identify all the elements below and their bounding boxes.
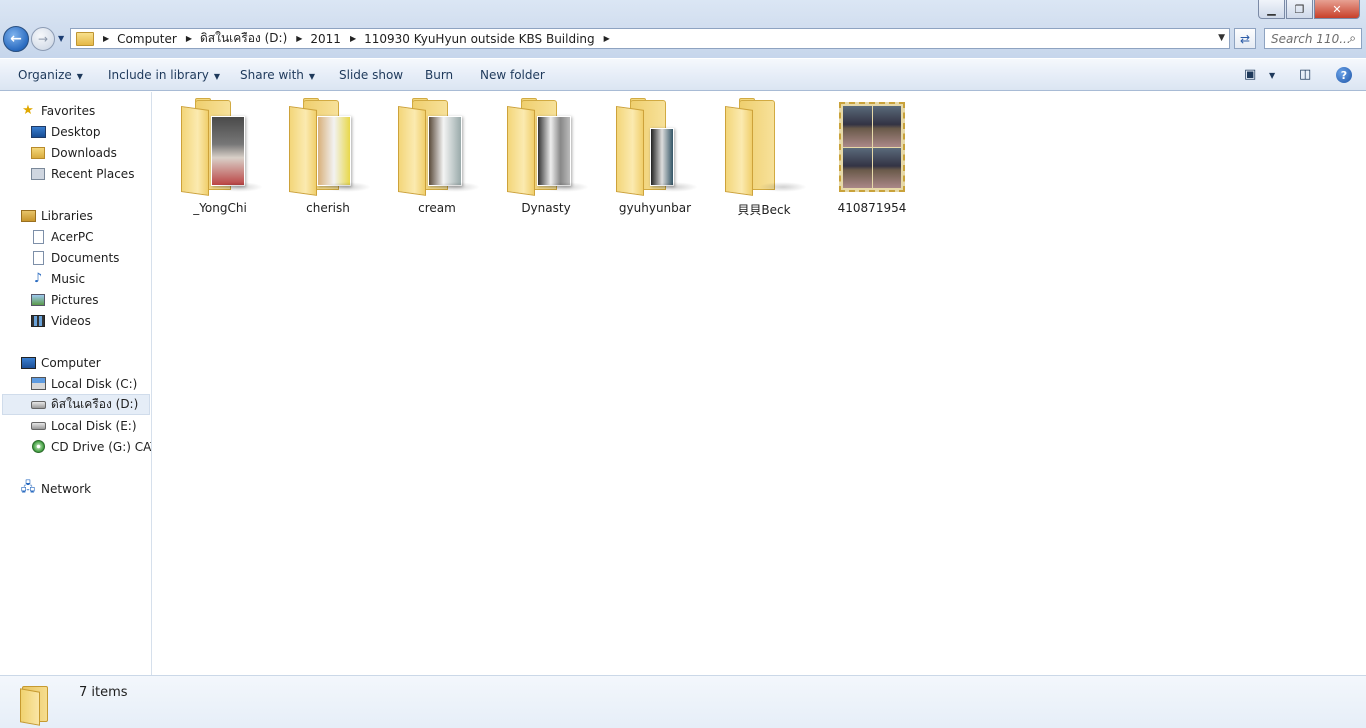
recent-pages-dropdown[interactable]: ▼ <box>58 34 64 43</box>
folder-thumbnail-icon <box>392 98 482 198</box>
search-input[interactable]: Search 110... ⌕ <box>1264 28 1362 49</box>
chevron-right-icon[interactable]: ▶ <box>296 34 302 43</box>
chevron-down-icon: ▼ <box>308 72 316 81</box>
address-history-dropdown[interactable]: ▼ <box>1218 33 1225 43</box>
minimize-button[interactable]: ▁ <box>1258 0 1285 19</box>
image-thumbnail-icon <box>827 98 917 198</box>
nav-videos[interactable]: Videos <box>30 310 91 331</box>
chevron-down-icon: ▼ <box>213 72 221 81</box>
chevron-right-icon[interactable]: ▶ <box>103 34 109 43</box>
star-icon: ★ <box>22 103 34 118</box>
desktop-icon <box>30 125 46 138</box>
refresh-icon: ⇄ <box>1239 31 1251 46</box>
burn-button[interactable]: Burn <box>425 68 453 82</box>
view-options-dropdown[interactable]: ▼ <box>1269 71 1275 80</box>
back-button[interactable]: ← <box>3 26 29 52</box>
drive-icon <box>30 421 46 430</box>
breadcrumb-computer[interactable]: ▶ Computer <box>94 29 177 48</box>
folder-item[interactable]: Dynasty <box>496 98 596 215</box>
folder-item[interactable]: cherish <box>278 98 378 215</box>
chevron-down-icon: ▼ <box>76 72 83 81</box>
nav-computer[interactable]: Computer <box>20 352 101 373</box>
pictures-icon <box>31 293 45 306</box>
slide-show-button[interactable]: Slide show <box>339 68 403 82</box>
chevron-right-icon[interactable]: ▶ <box>186 34 192 43</box>
navigation-pane: ★ Favorites Desktop Downloads Recent Plac… <box>0 92 152 675</box>
breadcrumb-current-folder[interactable]: ▶ 110930 KyuHyun outside KBS Building ▶ <box>341 29 618 48</box>
chevron-right-icon[interactable]: ▶ <box>350 34 356 43</box>
music-icon: ♪ <box>33 271 43 286</box>
nav-recent-places[interactable]: Recent Places <box>30 163 134 184</box>
folder-thumbnail-icon <box>719 98 809 198</box>
item-count: 7 items <box>79 685 128 700</box>
refresh-button[interactable]: ⇄ <box>1234 28 1256 49</box>
nav-local-disk-e[interactable]: Local Disk (E:) <box>30 415 137 436</box>
documents-icon <box>32 250 44 265</box>
command-bar: Organize ▼ Include in library ▼ Share with… <box>0 58 1366 91</box>
preview-pane-icon: ◫ <box>1299 67 1312 82</box>
recent-places-icon <box>31 167 45 180</box>
downloads-icon <box>31 146 45 159</box>
breadcrumb-2011[interactable]: ▶ 2011 <box>287 29 341 48</box>
folder-item[interactable]: cream <box>387 98 487 215</box>
nav-acerpc[interactable]: AcerPC <box>30 226 94 247</box>
search-icon[interactable]: ⌕ <box>1349 31 1356 46</box>
preview-pane-button[interactable]: ◫ <box>1299 67 1311 82</box>
title-bar: ▁ ❐ ✕ ← → ▼ ▶ Computer ▶ ดิสในเครือง (D:… <box>0 0 1366 58</box>
breadcrumb-drive-d[interactable]: ▶ ดิสในเครือง (D:) <box>177 29 287 48</box>
nav-documents[interactable]: Documents <box>30 247 119 268</box>
nav-pictures[interactable]: Pictures <box>30 289 99 310</box>
details-pane: 7 items <box>0 675 1366 728</box>
nav-local-disk-c[interactable]: Local Disk (C:) <box>30 373 137 394</box>
folder-icon <box>20 684 56 726</box>
libraries-icon <box>20 209 36 222</box>
folder-thumbnail-icon <box>501 98 591 198</box>
nav-libraries[interactable]: Libraries <box>20 205 93 226</box>
forward-button[interactable]: → <box>31 27 55 51</box>
address-bar[interactable]: ▶ Computer ▶ ดิสในเครือง (D:) ▶ 2011 ▶ 1… <box>70 28 1230 49</box>
network-icon: 🖧 <box>20 479 36 495</box>
nav-disk-d[interactable]: ดิสในเครือง (D:) <box>2 394 150 415</box>
window-controls: ▁ ❐ ✕ <box>1258 0 1360 19</box>
photo-preview <box>537 116 571 186</box>
nav-downloads[interactable]: Downloads <box>30 142 117 163</box>
chevron-right-icon[interactable]: ▶ <box>604 34 610 43</box>
organize-menu[interactable]: Organize ▼ <box>18 68 83 82</box>
nav-cd-drive[interactable]: CD Drive (G:) CAT ( <box>30 436 151 457</box>
computer-icon <box>20 356 36 369</box>
change-view-button[interactable]: ▣ <box>1244 67 1256 82</box>
nav-music[interactable]: ♪ Music <box>30 268 85 289</box>
folder-item[interactable]: gyuhyunbar <box>605 98 705 215</box>
image-file-item[interactable]: 410871954 <box>822 98 922 215</box>
nav-network[interactable]: 🖧 Network <box>20 478 91 499</box>
new-folder-button[interactable]: New folder <box>480 68 545 82</box>
view-icon: ▣ <box>1244 67 1257 82</box>
close-button[interactable]: ✕ <box>1314 0 1360 19</box>
drive-icon <box>30 400 46 409</box>
file-list: _YongChi cherish cream Dynasty gyuhyunba… <box>153 92 1366 675</box>
photo-preview <box>428 116 462 186</box>
videos-icon <box>31 314 45 327</box>
folder-item[interactable]: 貝貝Beck <box>714 98 814 218</box>
restore-button[interactable]: ❐ <box>1286 0 1313 19</box>
help-button[interactable]: ? <box>1336 67 1352 83</box>
folder-thumbnail-icon <box>175 98 265 198</box>
photo-preview <box>317 116 351 186</box>
cd-drive-icon <box>31 440 45 453</box>
back-arrow-icon: ← <box>10 31 22 47</box>
folder-item[interactable]: _YongChi <box>170 98 270 215</box>
folder-icon <box>76 31 94 46</box>
share-with-menu[interactable]: Share with ▼ <box>240 68 315 82</box>
system-drive-icon <box>30 377 46 390</box>
nav-desktop[interactable]: Desktop <box>30 121 101 142</box>
photo-preview <box>650 128 674 186</box>
folder-thumbnail-icon <box>283 98 373 198</box>
include-in-library-menu[interactable]: Include in library ▼ <box>108 68 220 82</box>
nav-favorites[interactable]: ★ Favorites <box>20 100 95 121</box>
library-icon <box>32 229 44 244</box>
forward-arrow-icon: → <box>37 32 49 46</box>
folder-thumbnail-icon <box>610 98 700 198</box>
photo-preview <box>211 116 245 186</box>
